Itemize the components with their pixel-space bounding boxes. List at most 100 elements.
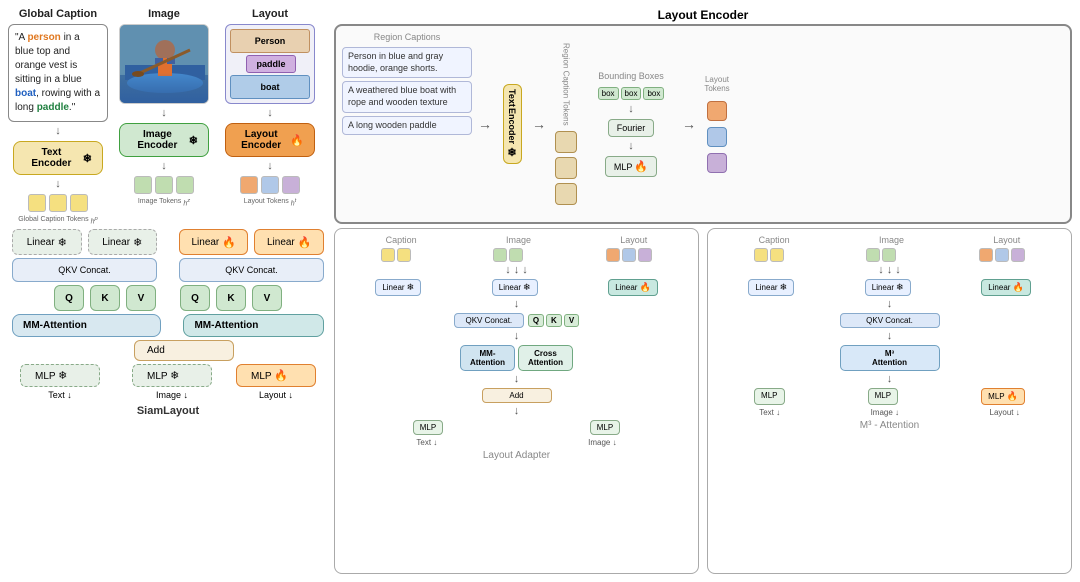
lt-token-orange xyxy=(707,101,727,121)
la-mlp-2: MLP xyxy=(590,420,620,435)
m3-linear-row: Linear ❄ Linear ❄ Linear 🔥 xyxy=(714,279,1065,296)
rc-tokens-title: Region Caption Tokens xyxy=(562,43,571,126)
image-placeholder xyxy=(119,24,209,104)
layout-mm-attention: MM-Attention xyxy=(183,314,324,337)
m3-mlp-3: MLP 🔥 xyxy=(981,388,1025,405)
caption-tokens-row xyxy=(28,194,88,212)
m3-qkv-row: QKV Concat. xyxy=(714,313,1065,328)
layout-encoder-box: Layout Encoder 🔥 xyxy=(225,123,315,157)
layout-adapter-title: Layout Adapter xyxy=(341,450,692,461)
img-token-1 xyxy=(134,176,152,194)
layout-tokens-final-col: Layout Tokens xyxy=(702,32,732,216)
text-out-label: Text ↓ xyxy=(20,390,100,400)
arrow-img-down: ↓ xyxy=(161,108,167,119)
person-highlight: person xyxy=(27,32,60,43)
la-add: Add xyxy=(482,388,552,403)
k-letter: K xyxy=(90,285,120,311)
cap-token-1 xyxy=(28,194,46,212)
boat-highlight: boat xyxy=(15,88,36,99)
layout-tokens-row xyxy=(240,176,300,194)
arrow-ie-down: ↓ xyxy=(161,161,167,172)
layout-adapter-panel: Caption Image Layout xyxy=(334,228,699,574)
img-token-2 xyxy=(155,176,173,194)
image-title: Image xyxy=(148,8,180,20)
arrow-caption-down: ↓ xyxy=(55,126,61,137)
image-linear: Linear ❄ xyxy=(88,229,158,255)
cap-token-2 xyxy=(49,194,67,212)
qkv-letters-row: Q K V Q K V xyxy=(12,285,324,311)
linear-row: Linear ❄ Linear ❄ Linear 🔥 Linear 🔥 xyxy=(12,229,324,255)
fourier-mlp-col: Bounding Boxes box box box ↓ Fourier ↓ M… xyxy=(586,32,676,216)
v-letter2: V xyxy=(252,285,282,311)
main-container: Global Caption Image Layout "A person in… xyxy=(0,0,1080,582)
m3-mlp-2: MLP xyxy=(868,388,898,405)
paddle-highlight: paddle xyxy=(37,102,69,113)
la-token-labels: Caption Image Layout xyxy=(341,235,692,245)
mlp-small: MLP 🔥 xyxy=(605,156,657,177)
la-linear-1: Linear ❄ xyxy=(375,279,421,296)
layout-linear-2: Linear 🔥 xyxy=(254,229,324,255)
global-caption-col: "A person in a blue top and orange vest … xyxy=(8,24,108,225)
right-arrow: → xyxy=(478,32,492,216)
caption-box: "A person in a blue top and orange vest … xyxy=(8,24,108,122)
layout-qkv: QKV Concat. xyxy=(179,258,324,282)
image-out-label: Image ↓ xyxy=(132,390,212,400)
qkv-row: QKV Concat. QKV Concat. xyxy=(12,258,324,282)
add-box: Add xyxy=(134,340,234,361)
left-section: Global Caption Image Layout "A person in… xyxy=(8,8,328,574)
image-encoder-box: Image Encoder ❄ xyxy=(119,123,209,157)
fourier-box: Fourier xyxy=(608,119,655,137)
bbox-row: box box box xyxy=(598,87,665,100)
person-region: Person xyxy=(230,29,310,53)
layout-title: Layout xyxy=(252,8,288,20)
cap-token-3 xyxy=(70,194,88,212)
layout-tokens-final-title: Layout Tokens xyxy=(702,75,732,93)
la-linear-3: Linear 🔥 xyxy=(608,279,657,296)
bbox-tag-3: box xyxy=(643,87,664,100)
layout-encoder-title: Layout Encoder xyxy=(334,8,1072,22)
text-mlp: MLP ❄ xyxy=(20,364,100,387)
m3-attention-row: M³Attention xyxy=(714,345,1065,371)
q-letter: Q xyxy=(54,285,84,311)
m3-qkv: QKV Concat. xyxy=(840,313,940,328)
bbox-tag-2: box xyxy=(621,87,642,100)
image-tokens-row xyxy=(134,176,194,194)
img-token-3 xyxy=(176,176,194,194)
layout-box: Person paddle boat xyxy=(225,24,315,104)
text-encoder-v: Text Encoder ❄ xyxy=(503,84,522,164)
mm-attention-row: MM-Attention MM-Attention xyxy=(12,314,324,337)
layout-encoder-panel: Region Captions Person in blue and gray … xyxy=(334,24,1072,224)
arrow-lo-down: ↓ xyxy=(267,108,273,119)
image-mlp: MLP ❄ xyxy=(132,364,212,387)
snowflake-icon: ❄ xyxy=(83,152,92,165)
image-col: ↓ Image Encoder ❄ ↓ Image Tokens hz xyxy=(114,24,214,225)
m3-attention-box: M³Attention xyxy=(840,345,940,371)
img-tokens-label: Image Tokens hz xyxy=(138,198,190,207)
output-labels: Text ↓ Image ↓ Layout ↓ xyxy=(12,390,324,400)
caption-3: A long wooden paddle xyxy=(342,116,472,136)
paddle-region: paddle xyxy=(246,55,296,73)
mlp-row: MLP ❄ MLP ❄ MLP 🔥 xyxy=(12,364,324,387)
text-encoder-vertical: Text Encoder ❄ xyxy=(498,32,526,216)
la-tokens-row xyxy=(341,248,692,262)
m3-mlp-1: MLP xyxy=(754,388,784,405)
la-qkv-row: QKV Concat. Q K V xyxy=(341,313,692,328)
la-mlp-1: MLP xyxy=(413,420,443,435)
cap-tokens-label: Global Caption Tokens hp xyxy=(18,216,97,225)
lay-token-1 xyxy=(240,176,258,194)
q-letter2: Q xyxy=(180,285,210,311)
layout-col: Person paddle boat ↓ Layout Encoder 🔥 ↓ xyxy=(220,24,320,225)
text-encoder-box: Text Encoder ❄ xyxy=(13,141,103,175)
add-row: Add xyxy=(12,340,324,361)
la-attention-row: MM-Attention CrossAttention xyxy=(341,345,692,371)
flow-diagram: Linear ❄ Linear ❄ Linear 🔥 Linear 🔥 xyxy=(8,229,328,417)
m3-linear-2: Linear ❄ xyxy=(865,279,911,296)
la-cross-attention: CrossAttention xyxy=(518,345,573,371)
layout-mlp: MLP 🔥 xyxy=(236,364,316,387)
m3-token-labels: Caption Image Layout xyxy=(714,235,1065,245)
region-captions-col: Region Captions Person in blue and gray … xyxy=(342,32,472,216)
la-qkv: QKV Concat. xyxy=(454,313,524,328)
bottom-panels: Caption Image Layout xyxy=(334,228,1072,574)
caption-2: A weathered blue boat with rope and wood… xyxy=(342,81,472,112)
m3-attention-panel: Caption Image Layout xyxy=(707,228,1072,574)
